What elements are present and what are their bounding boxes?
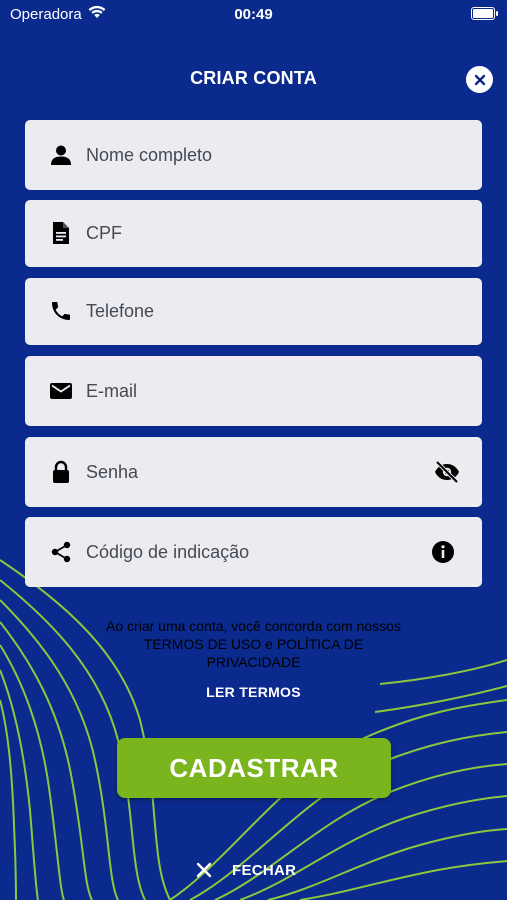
full-name-placeholder: Nome completo <box>86 144 213 165</box>
close-icon <box>474 74 485 85</box>
close-button[interactable] <box>466 66 493 93</box>
email-placeholder: E-mail <box>86 380 138 401</box>
phone-icon <box>52 302 70 320</box>
phone-field[interactable]: Telefone <box>25 278 482 345</box>
read-terms-link[interactable]: LER TERMOS <box>0 684 507 700</box>
referral-code-placeholder: Código de indicação <box>86 541 250 562</box>
lock-icon <box>53 460 69 483</box>
battery-icon <box>471 7 498 20</box>
document-icon <box>53 222 69 244</box>
terms-notice: Ao criar uma conta, você concorda com no… <box>106 618 401 670</box>
close-link[interactable]: FECHAR <box>196 858 296 882</box>
close-label: FECHAR <box>232 861 297 879</box>
referral-code-field[interactable]: Código de indicação <box>25 517 482 587</box>
mail-icon <box>50 383 72 399</box>
eye-off-icon[interactable] <box>434 460 460 484</box>
close-icon <box>196 862 212 878</box>
share-icon <box>51 541 71 563</box>
password-placeholder: Senha <box>86 461 139 482</box>
page-title: CRIAR CONTA <box>190 68 317 88</box>
person-icon <box>51 145 71 165</box>
clock: 00:49 <box>234 6 273 23</box>
email-field[interactable]: E-mail <box>25 356 482 426</box>
info-icon[interactable] <box>430 540 456 564</box>
cpf-field[interactable]: CPF <box>25 200 482 267</box>
phone-placeholder: Telefone <box>86 301 155 321</box>
signup-screen: Operadora 00:49 CRIAR CONTA Nome complet… <box>0 0 507 900</box>
full-name-field[interactable]: Nome completo <box>25 120 482 190</box>
status-bar: Operadora 00:49 <box>0 0 507 30</box>
submit-button[interactable]: CADASTRAR <box>117 738 391 798</box>
password-field[interactable]: Senha <box>25 437 482 507</box>
cpf-placeholder: CPF <box>86 223 122 243</box>
